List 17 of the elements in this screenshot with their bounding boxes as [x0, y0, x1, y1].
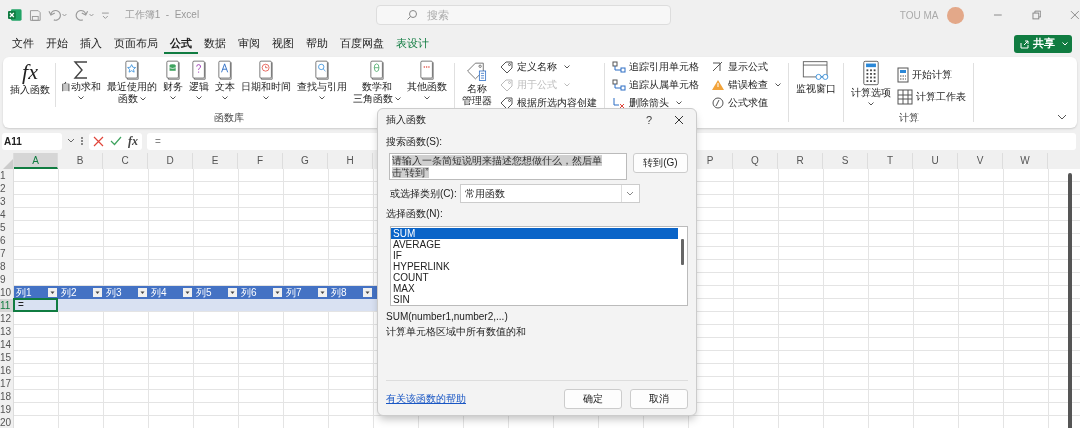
header-label: 列4 — [151, 285, 167, 300]
header-label: 列2 — [61, 285, 77, 300]
field-label: 或选择类别(C): — [390, 186, 457, 201]
header-label: 列6 — [241, 285, 257, 300]
field-label: 选择函数(N): — [386, 207, 443, 221]
function-signature: SUM(number1,number2,...) — [386, 311, 508, 322]
header-label: 列7 — [286, 285, 302, 300]
header-label: 列1 — [16, 285, 32, 300]
group-title: 计算 — [898, 111, 919, 125]
header-label: 列8 — [331, 285, 347, 300]
group-title: 函数库 — [213, 111, 244, 125]
function-description: 计算单元格区域中所有数值的和 — [386, 325, 526, 339]
window-title: 工作簿1 - Excel — [124, 8, 201, 22]
dialog-title: 插入函数 — [386, 113, 426, 127]
field-label: 搜索函数(S): — [386, 135, 443, 149]
header-label: 列3 — [106, 285, 122, 300]
header-label: 列5 — [196, 285, 212, 300]
